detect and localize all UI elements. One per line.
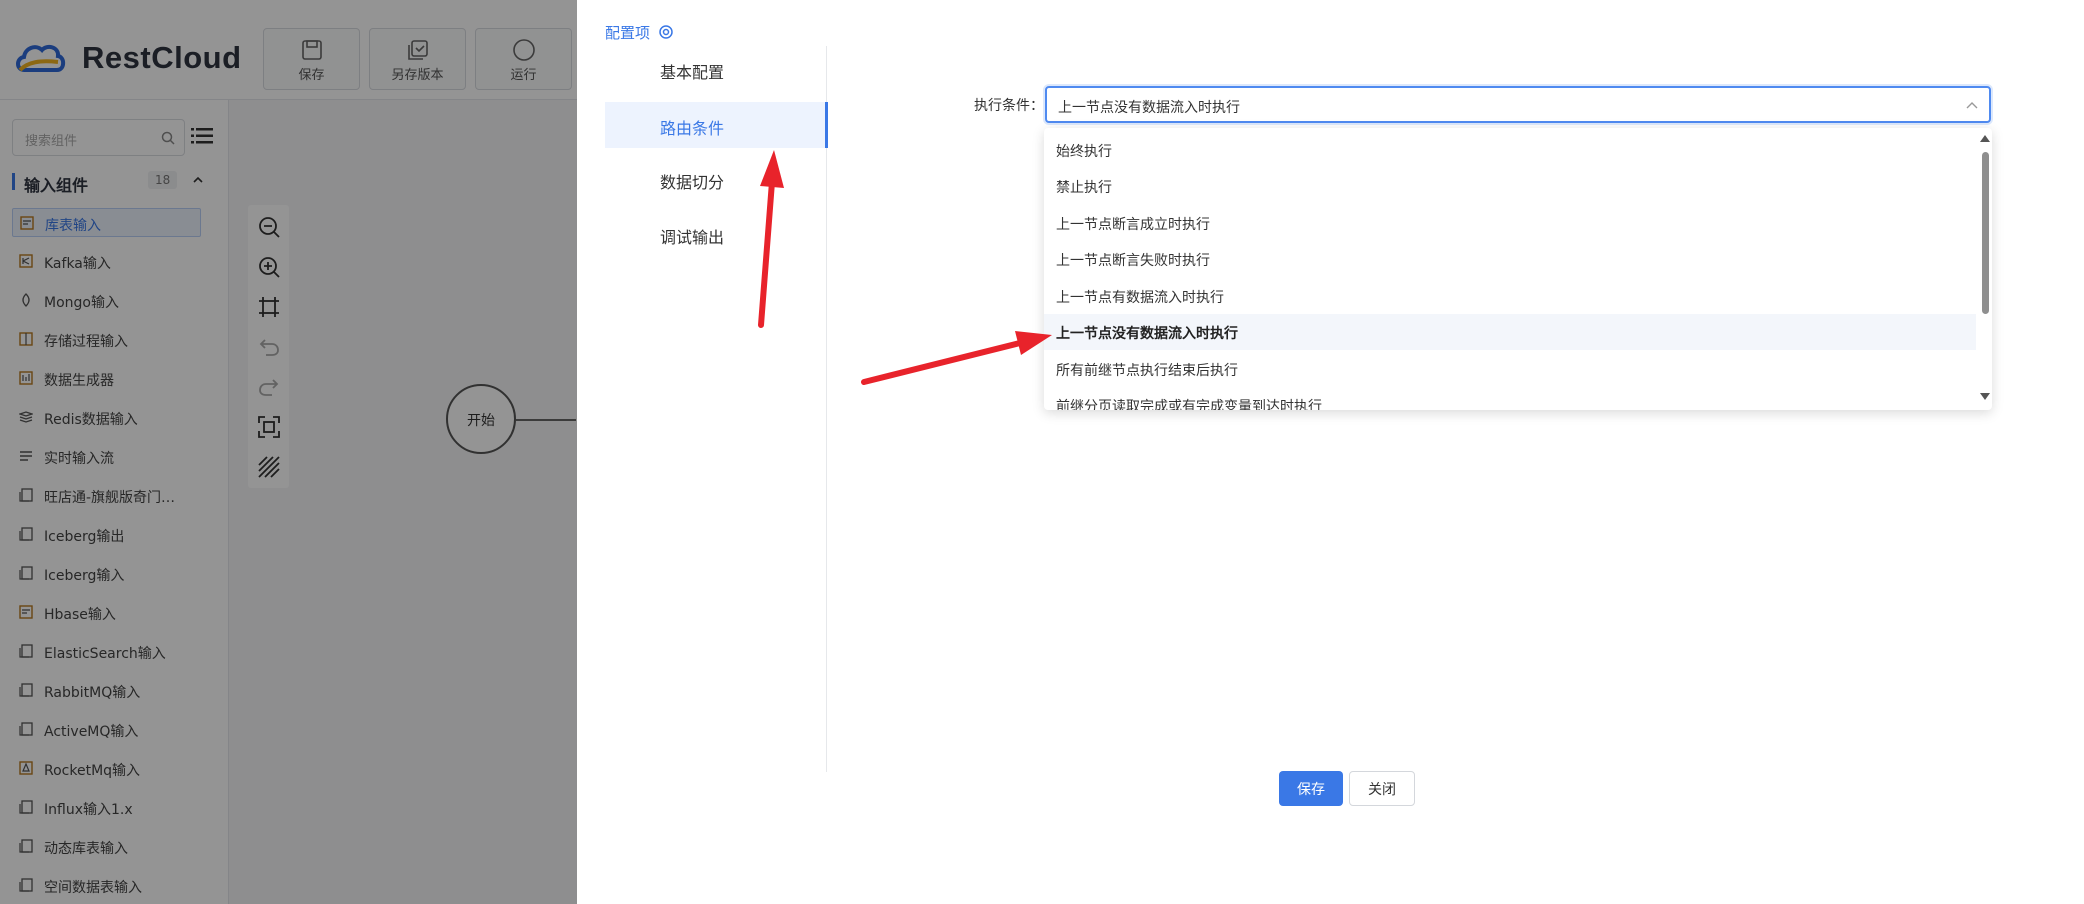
option-label: 上一节点断言失败时执行 — [1056, 253, 1210, 269]
config-tabs: 基本配置 路由条件 数据切分 调试输出 — [605, 46, 828, 772]
dropdown-option-selected[interactable]: 上一节点没有数据流入时执行 — [1044, 314, 1976, 350]
dropdown-scrollbar[interactable] — [1978, 128, 1992, 410]
tab-label: 调试输出 — [660, 228, 725, 247]
scroll-up-arrow-icon[interactable] — [1980, 134, 1990, 142]
dropdown-option[interactable]: 禁止执行 — [1044, 168, 1976, 204]
option-label: 上一节点没有数据流入时执行 — [1056, 326, 1238, 342]
option-label: 始终执行 — [1056, 144, 1112, 160]
scroll-down-arrow-icon[interactable] — [1980, 393, 1990, 401]
dropdown-option[interactable]: 前继分页读取完成或有完成变量到达时执行 — [1044, 387, 1976, 410]
config-title: 配置项 — [605, 24, 651, 42]
save-button[interactable]: 保存 — [1279, 771, 1343, 806]
tab-basic-config[interactable]: 基本配置 — [605, 46, 827, 92]
tab-label: 数据切分 — [660, 173, 725, 192]
config-drawer: 配置项 基本配置 路由条件 数据切分 调试输出 执行条件： 上一节点没有数据流入… — [577, 0, 2084, 904]
scrollbar-thumb[interactable] — [1982, 152, 1989, 314]
dropdown-option[interactable]: 上一节点断言成立时执行 — [1044, 205, 1976, 241]
chevron-up-icon — [1966, 102, 1978, 109]
execution-condition-select[interactable]: 上一节点没有数据流入时执行 — [1045, 86, 1991, 123]
option-label: 上一节点有数据流入时执行 — [1056, 290, 1224, 306]
option-label: 禁止执行 — [1056, 180, 1112, 196]
dropdown-option[interactable]: 上一节点断言失败时执行 — [1044, 241, 1976, 277]
tab-data-split[interactable]: 数据切分 — [605, 156, 827, 202]
target-icon — [659, 25, 673, 39]
dropdown-option[interactable]: 上一节点有数据流入时执行 — [1044, 278, 1976, 314]
close-button[interactable]: 关闭 — [1349, 771, 1415, 806]
dropdown-option[interactable]: 始终执行 — [1044, 132, 1976, 168]
tab-label: 路由条件 — [660, 119, 725, 138]
condition-dropdown: 始终执行 禁止执行 上一节点断言成立时执行 上一节点断言失败时执行 上一节点有数… — [1044, 128, 1992, 410]
option-label: 前继分页读取完成或有完成变量到达时执行 — [1056, 399, 1322, 410]
tab-routing-condition[interactable]: 路由条件 — [605, 102, 828, 148]
tab-debug-output[interactable]: 调试输出 — [605, 211, 827, 257]
option-label: 所有前继节点执行结束后执行 — [1056, 363, 1238, 379]
option-label: 上一节点断言成立时执行 — [1056, 217, 1210, 233]
execution-condition-label: 执行条件： — [974, 98, 1044, 114]
select-value: 上一节点没有数据流入时执行 — [1058, 100, 1240, 116]
dropdown-option[interactable]: 所有前继节点执行结束后执行 — [1044, 351, 1976, 387]
tab-label: 基本配置 — [660, 63, 725, 82]
